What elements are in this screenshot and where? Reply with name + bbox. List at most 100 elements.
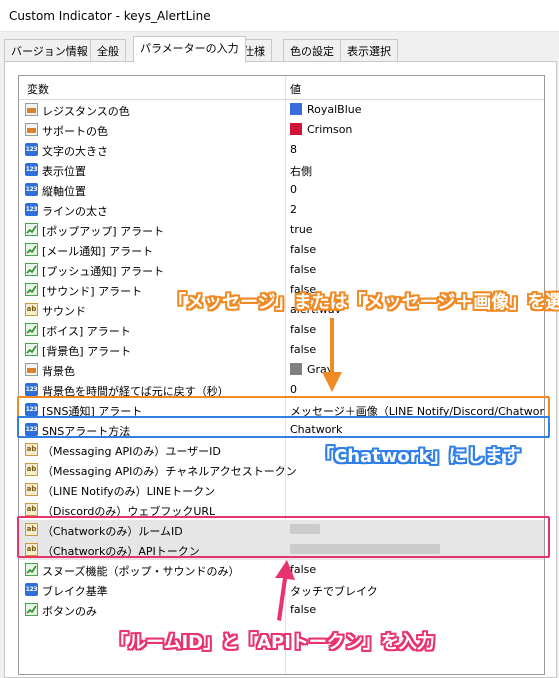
parameter-row[interactable]: 123 表示位置 右側 (19, 160, 544, 180)
string-param-icon: ab (25, 523, 38, 536)
parameter-value[interactable]: Crimson (290, 123, 352, 136)
parameter-value-text: false (290, 263, 317, 276)
parameter-row[interactable]: レジスタンスの色 RoyalBlue (19, 100, 544, 120)
parameter-row[interactable]: ボタンのみ false (19, 600, 544, 620)
masked-value[interactable] (290, 523, 320, 536)
parameter-value[interactable]: false (290, 343, 316, 356)
parameter-row[interactable]: ab （Chatworkのみ）ルームID (19, 520, 544, 540)
title-bar: Custom Indicator - keys_AlertLine (0, 0, 559, 32)
parameter-value[interactable]: Chatwork (290, 423, 342, 436)
tab-parameters[interactable]: パラメーターの入力 (133, 36, 246, 62)
number-param-icon: 123 (25, 163, 38, 176)
parameter-name: ブレイク基準 (42, 585, 108, 598)
parameter-value[interactable]: false (290, 563, 316, 576)
parameter-name: [メール通知] アラート (42, 245, 154, 258)
parameter-name: （Messaging APIのみ）チャネルアクセストークン (42, 465, 297, 478)
parameter-name: 背景色 (42, 365, 75, 378)
string-param-icon: ab (25, 303, 38, 316)
bool-param-icon (25, 223, 38, 236)
parameter-row[interactable]: [メール通知] アラート false (19, 240, 544, 260)
parameter-value-text: false (290, 323, 317, 336)
parameter-row[interactable]: ab （Chatworkのみ）APIトークン (19, 540, 544, 560)
parameter-value-text: false (290, 243, 317, 256)
parameter-rows: レジスタンスの色 RoyalBlue サポートの色 Crimson 123 文字の大きさ 8… (19, 100, 544, 620)
tab-general[interactable]: 全般 (90, 39, 126, 61)
parameter-row[interactable]: スヌーズ機能（ポップ・サウンドのみ） false (19, 560, 544, 580)
color-swatch (290, 103, 302, 115)
color-param-icon (25, 123, 38, 136)
parameter-value-text: 右側 (290, 165, 312, 178)
parameter-value[interactable]: false (290, 603, 316, 616)
parameter-row[interactable]: 123 ラインの太さ 2 (19, 200, 544, 220)
parameter-value[interactable]: false (290, 263, 316, 276)
parameter-row[interactable]: [ボイス] アラート false (19, 320, 544, 340)
parameter-value-text: 0 (290, 183, 297, 196)
parameter-name: [背景色] アラート (42, 345, 132, 358)
bool-param-icon (25, 243, 38, 256)
annotation-blue-text: 「Chatwork」にします (316, 446, 521, 467)
parameter-name: [ボイス] アラート (42, 325, 131, 338)
parameter-value-text: false (290, 343, 317, 356)
parameter-row[interactable]: 123 背景色を時間が経てば元に戻す（秒） 0 (19, 380, 544, 400)
tab-version-info[interactable]: バージョン情報 (4, 39, 95, 61)
header-variable[interactable]: 変数 (27, 81, 49, 97)
color-swatch (290, 363, 302, 375)
annotation-pink-text: 「ルームID」と「APIトークン」を入力 (110, 632, 435, 653)
parameter-value[interactable]: メッセージ＋画像（LINE Notify/Discord/Chatwork... (290, 403, 545, 419)
parameter-row[interactable]: 123 [SNS通知] アラート メッセージ＋画像（LINE Notify/Disc… (19, 400, 544, 420)
number-param-icon: 123 (25, 403, 38, 416)
parameter-value[interactable]: true (290, 223, 313, 236)
tab-color-settings[interactable]: 色の設定 (283, 39, 341, 61)
parameter-value[interactable]: 右側 (290, 163, 312, 179)
parameter-value[interactable]: 2 (290, 203, 297, 216)
parameter-row[interactable]: [背景色] アラート false (19, 340, 544, 360)
masked-value[interactable] (290, 543, 440, 556)
parameter-row[interactable]: サポートの色 Crimson (19, 120, 544, 140)
parameter-value-text: Gray (307, 363, 334, 376)
parameter-name: サポートの色 (42, 125, 108, 138)
parameter-value-text: RoyalBlue (307, 103, 362, 116)
redacted-blur (290, 544, 440, 554)
parameter-row[interactable]: [ポップアップ] アラート true (19, 220, 544, 240)
parameter-row[interactable]: 123 縦軸位置 0 (19, 180, 544, 200)
parameter-value-text: true (290, 223, 313, 236)
bool-param-icon (25, 263, 38, 276)
parameter-row[interactable]: 123 SNSアラート方法 Chatwork (19, 420, 544, 440)
parameter-row[interactable]: 背景色 Gray (19, 360, 544, 380)
parameter-name: ボタンのみ (42, 605, 97, 618)
parameter-name: 文字の大きさ (42, 145, 108, 158)
parameter-value-text: メッセージ＋画像（LINE Notify/Discord/Chatwork... (290, 405, 545, 418)
parameter-value[interactable]: タッチでブレイク (290, 583, 378, 599)
parameter-value[interactable]: false (290, 243, 316, 256)
string-param-icon: ab (25, 463, 38, 476)
parameter-value[interactable]: 0 (290, 383, 297, 396)
parameter-row[interactable]: ab （LINE Notifyのみ）LINEトークン (19, 480, 544, 500)
tab-display-select[interactable]: 表示選択 (340, 39, 398, 61)
string-param-icon: ab (25, 443, 38, 456)
color-param-icon (25, 363, 38, 376)
redacted-blur (290, 524, 320, 534)
parameter-value[interactable]: Gray (290, 363, 333, 376)
parameter-value-text: 8 (290, 143, 297, 156)
parameter-row[interactable]: 123 ブレイク基準 タッチでブレイク (19, 580, 544, 600)
parameter-name: 背景色を時間が経てば元に戻す（秒） (42, 385, 229, 398)
parameter-row[interactable]: ab （Discordのみ）ウェブフックURL (19, 500, 544, 520)
parameter-value[interactable]: 8 (290, 143, 297, 156)
header-value[interactable]: 値 (290, 81, 301, 97)
parameter-value[interactable]: false (290, 323, 316, 336)
parameter-name: （LINE Notifyのみ）LINEトークン (42, 485, 216, 498)
annotation-orange-text: 「メッセージ」または「メッセージ＋画像」を選択 (168, 292, 559, 313)
parameter-value-text: 2 (290, 203, 297, 216)
parameter-name: （Discordのみ）ウェブフックURL (42, 505, 216, 518)
number-param-icon: 123 (25, 143, 38, 156)
bool-param-icon (25, 343, 38, 356)
grid-header: 変数 値 (19, 76, 544, 100)
parameter-name: （Messaging APIのみ）ユーザーID (42, 445, 221, 458)
parameter-row[interactable]: 123 文字の大きさ 8 (19, 140, 544, 160)
parameter-grid: 変数 値 レジスタンスの色 RoyalBlue サポートの色 Crimson 123 文字… (18, 75, 545, 675)
bool-param-icon (25, 323, 38, 336)
parameter-value[interactable]: RoyalBlue (290, 103, 362, 116)
parameter-value[interactable]: 0 (290, 183, 297, 196)
parameter-value-text: Chatwork (290, 423, 343, 436)
parameter-row[interactable]: [プッシュ通知] アラート false (19, 260, 544, 280)
